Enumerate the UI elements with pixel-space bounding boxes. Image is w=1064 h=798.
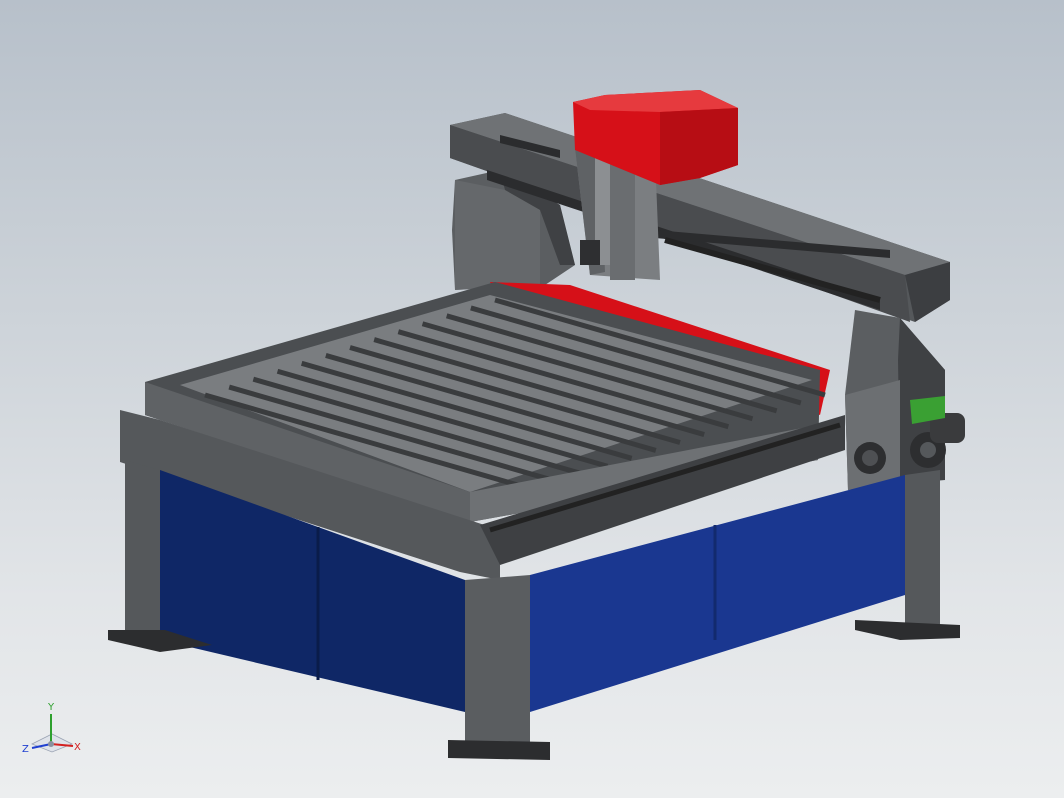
orientation-triad: Y X Z	[22, 702, 81, 755]
cnc-router-model[interactable]	[0, 0, 1064, 798]
gantry-right-upright	[845, 310, 965, 490]
x-axis-label: X	[74, 742, 81, 753]
3d-viewport[interactable]: Y X Z	[0, 0, 1064, 798]
y-axis-label: Y	[47, 702, 55, 713]
z-axis-label: Z	[22, 744, 29, 755]
triad-origin	[48, 741, 54, 747]
